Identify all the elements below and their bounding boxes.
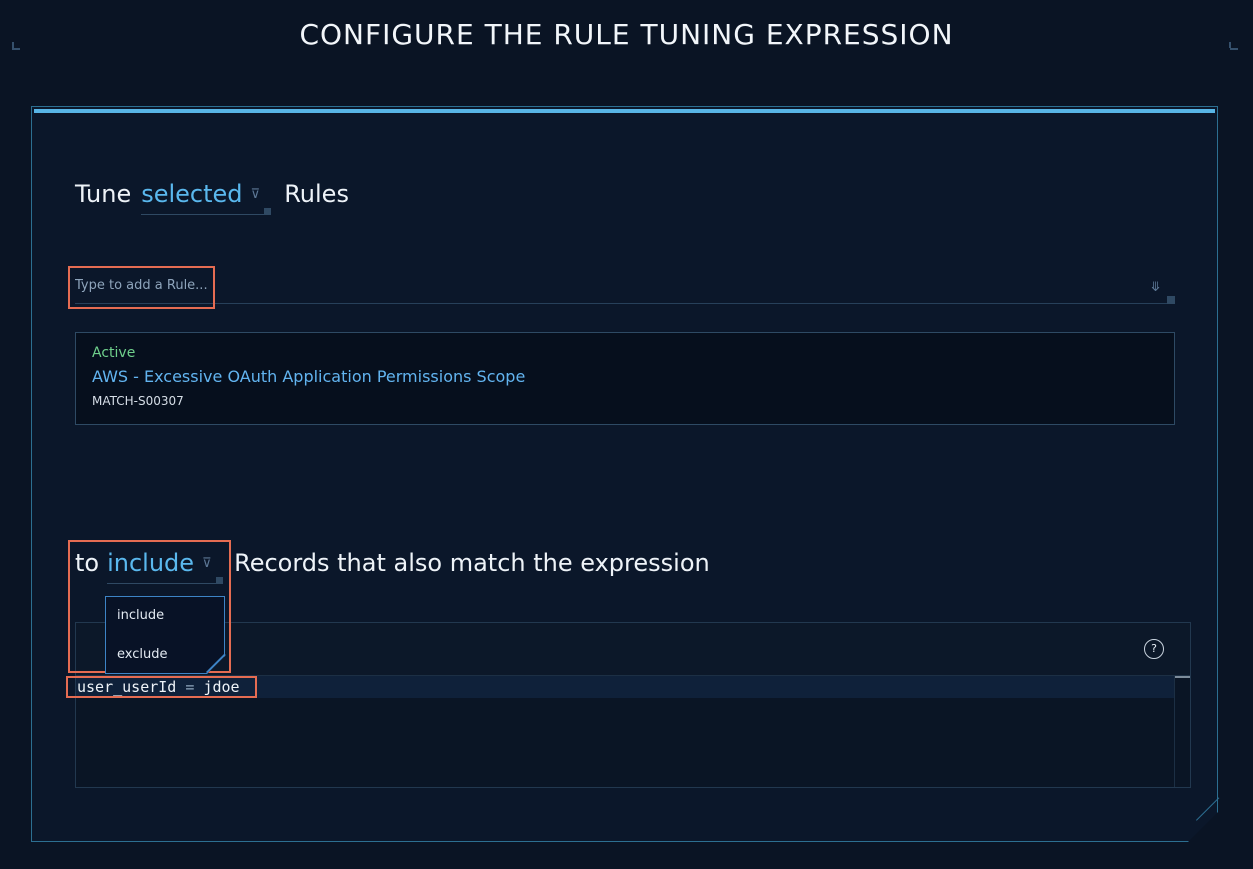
rule-scope-value: selected xyxy=(141,180,243,208)
editor-active-line[interactable]: user_userId = jdoe xyxy=(76,676,1174,698)
scrollbar-thumb[interactable] xyxy=(1175,676,1190,678)
match-prefix: to xyxy=(75,549,100,577)
code-operator: = xyxy=(185,678,195,696)
rule-search-input[interactable] xyxy=(75,278,1075,293)
match-mode-select[interactable]: include ⊽ xyxy=(107,549,224,584)
select-corner-nub xyxy=(216,577,224,584)
page: CONFIGURE THE RULE TUNING EXPRESSION Tun… xyxy=(0,0,1253,869)
match-suffix: Records that also match the expression xyxy=(234,549,710,577)
expression-code: user_userId = jdoe xyxy=(77,678,240,696)
match-sentence: to include ⊽ Records that also match the… xyxy=(75,549,710,584)
dropdown-option-exclude[interactable]: exclude xyxy=(117,647,167,662)
panel-accent-bar xyxy=(34,109,1215,113)
match-mode-value: include xyxy=(107,549,195,577)
rule-name: AWS - Excessive OAuth Application Permis… xyxy=(92,367,526,386)
code-field: user_userId xyxy=(77,678,177,696)
select-corner-nub xyxy=(264,208,272,215)
dropdown-option-include[interactable]: include xyxy=(117,608,164,623)
match-mode-dropdown: include exclude xyxy=(105,596,225,674)
editor-scrollbar[interactable] xyxy=(1174,676,1190,787)
rule-scope-select[interactable]: selected ⊽ xyxy=(141,180,272,215)
help-icon[interactable]: ? xyxy=(1144,639,1164,659)
tune-sentence: Tune selected ⊽ Rules xyxy=(75,180,349,215)
rule-search: ⤋ xyxy=(75,270,1175,304)
rule-id: MATCH-S00307 xyxy=(92,394,184,408)
search-corner-nub xyxy=(1167,296,1175,304)
tune-prefix: Tune xyxy=(75,180,132,208)
editor-header: ? xyxy=(76,623,1190,676)
expression-editor[interactable]: ? user_userId = jdoe xyxy=(75,622,1191,788)
rule-status: Active xyxy=(92,345,136,361)
chevron-down-icon: ⊽ xyxy=(250,186,261,202)
selected-rule-card[interactable]: Active AWS - Excessive OAuth Application… xyxy=(75,332,1175,425)
double-chevron-down-icon[interactable]: ⤋ xyxy=(1150,280,1161,295)
code-value: jdoe xyxy=(203,678,240,696)
tune-suffix: Rules xyxy=(284,180,349,208)
chevron-down-icon: ⊽ xyxy=(202,555,212,571)
page-title: CONFIGURE THE RULE TUNING EXPRESSION xyxy=(299,18,954,51)
